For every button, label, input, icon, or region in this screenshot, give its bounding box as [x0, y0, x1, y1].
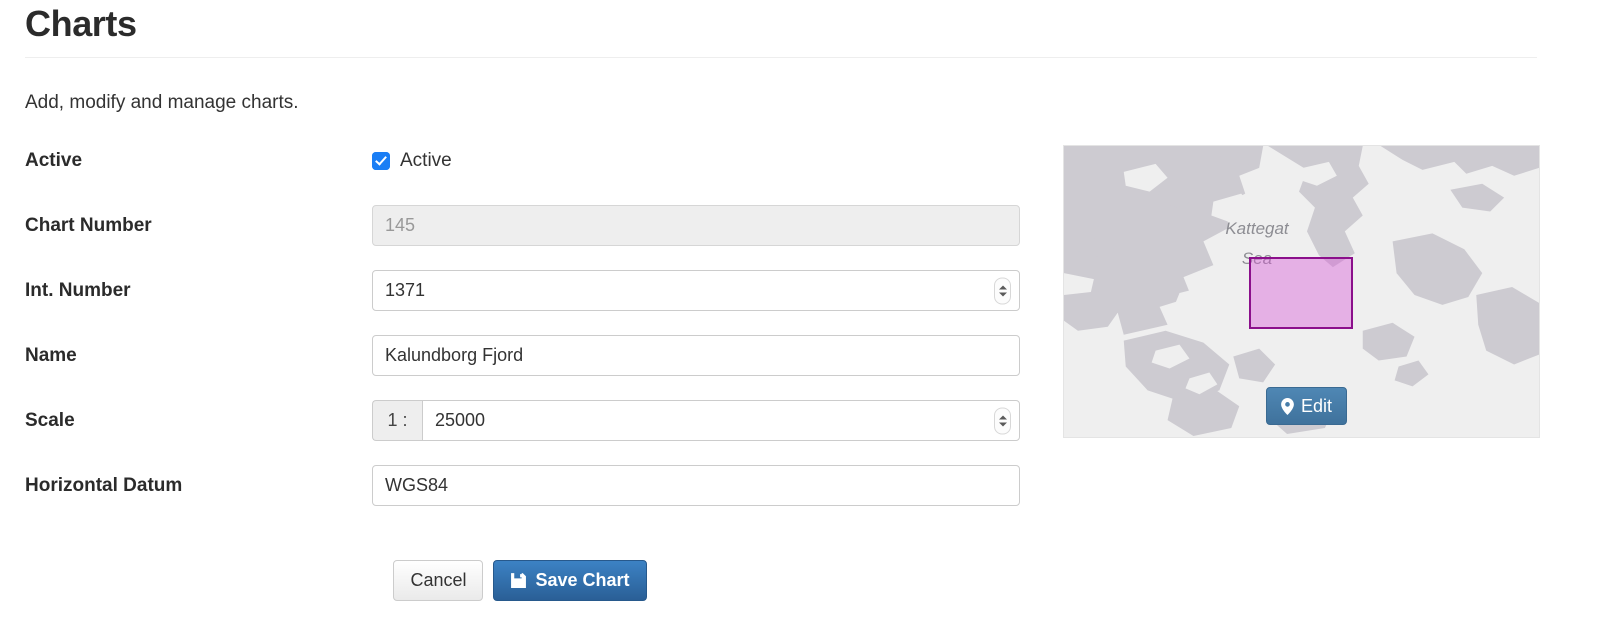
form-row-horizontal-datum: Horizontal Datum — [0, 465, 1040, 530]
control-name — [372, 335, 1020, 376]
page-subtitle: Add, modify and manage charts. — [25, 92, 299, 113]
chevron-up-icon[interactable] — [998, 415, 1007, 419]
active-checkbox-row[interactable]: Active — [372, 140, 1020, 181]
save-chart-button-label: Save Chart — [535, 570, 630, 590]
scale-ratio-prefix: 1 : — [372, 400, 422, 441]
active-checkbox[interactable] — [372, 151, 390, 170]
form-row-active: Active Active — [0, 140, 1040, 205]
floppy-disk-icon — [511, 573, 527, 588]
label-int-number: Int. Number — [25, 280, 131, 301]
chart-number-input — [372, 205, 1020, 246]
chart-bounding-box[interactable] — [1249, 257, 1353, 329]
form-row-int-number: Int. Number — [0, 270, 1040, 335]
label-chart-number: Chart Number — [25, 215, 152, 236]
label-name: Name — [25, 345, 77, 366]
control-int-number — [372, 270, 1020, 311]
int-number-wrap — [372, 270, 1020, 311]
control-horizontal-datum — [372, 465, 1020, 506]
form-actions: Cancel Save Chart — [0, 560, 1040, 601]
scale-input-group: 1 : — [372, 400, 1020, 441]
form-row-scale: Scale 1 : — [0, 400, 1040, 465]
control-chart-number — [372, 205, 1020, 246]
form-row-name: Name — [0, 335, 1040, 400]
chevron-up-icon[interactable] — [998, 285, 1007, 289]
sea-label-line-1: Kattegat — [1225, 219, 1289, 238]
chart-form: Active Active Chart Number Int. Number — [0, 140, 1040, 530]
chevron-down-icon[interactable] — [998, 422, 1007, 426]
label-active: Active — [25, 150, 83, 171]
chart-extent-map[interactable]: Kattegat Sea Edit — [1063, 145, 1540, 438]
control-active: Active — [372, 140, 1020, 181]
name-input[interactable] — [372, 335, 1020, 376]
int-number-input[interactable] — [372, 270, 1020, 311]
page-title: Charts — [25, 3, 137, 44]
map-edit-button[interactable]: Edit — [1266, 387, 1348, 425]
active-checkbox-label: Active — [400, 149, 452, 171]
scale-stepper[interactable] — [994, 407, 1011, 434]
int-number-stepper[interactable] — [994, 277, 1011, 304]
label-scale: Scale — [25, 410, 75, 431]
label-horizontal-datum: Horizontal Datum — [25, 475, 183, 496]
chevron-down-icon[interactable] — [998, 292, 1007, 296]
map-edit-button-label: Edit — [1301, 395, 1333, 416]
page-header: Charts — [25, 0, 1537, 58]
form-row-chart-number: Chart Number — [0, 205, 1040, 270]
cancel-button[interactable]: Cancel — [393, 560, 484, 601]
scale-input[interactable] — [422, 400, 1020, 441]
map-pin-icon — [1281, 397, 1294, 415]
control-scale: 1 : — [372, 400, 1020, 441]
save-chart-button[interactable]: Save Chart — [493, 560, 647, 601]
horizontal-datum-input[interactable] — [372, 465, 1020, 506]
cancel-button-label: Cancel — [410, 570, 467, 590]
